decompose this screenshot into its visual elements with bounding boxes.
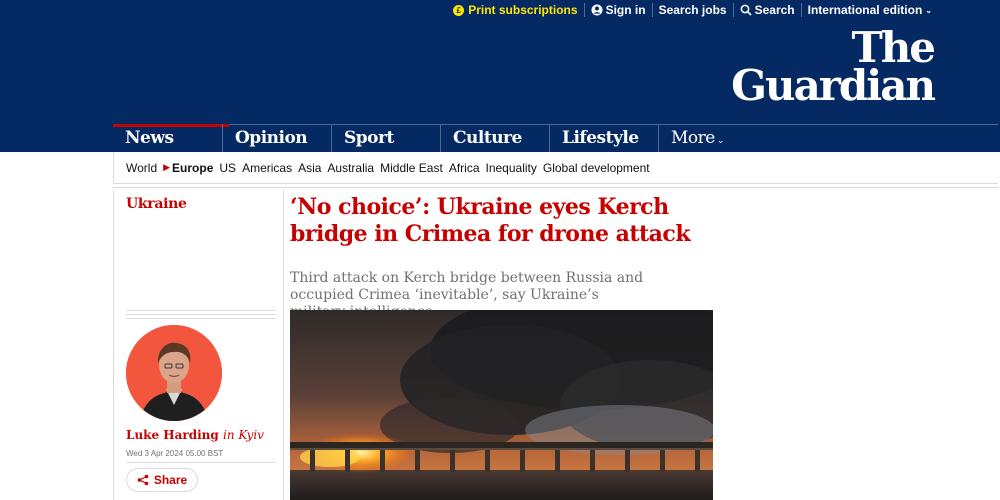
pillar-more[interactable]: More ⌄ <box>658 124 748 152</box>
subnav-middle-east[interactable]: Middle East <box>380 161 443 175</box>
meta-rule <box>126 318 276 319</box>
author-name[interactable]: Luke Harding <box>126 428 219 442</box>
logo-line-2: Guardian <box>731 61 936 110</box>
top-links: £ Print subscriptions Sign in Search job… <box>447 0 938 20</box>
search-label: Search <box>754 3 795 17</box>
chevron-down-icon: ⌄ <box>925 5 932 15</box>
pillar-lifestyle[interactable]: Lifestyle <box>549 124 658 152</box>
byline: Luke Harding in Kyiv <box>126 428 264 442</box>
current-marker-icon: ▶ <box>163 162 171 172</box>
sub-nav: World ▶ Europe US Americas Asia Australi… <box>113 152 998 183</box>
subnav-us[interactable]: US <box>219 161 236 175</box>
more-label: More <box>671 128 715 148</box>
print-subscriptions-link[interactable]: £ Print subscriptions <box>447 3 583 17</box>
main-column-rule <box>283 190 284 500</box>
author-location: in Kyiv <box>222 428 264 442</box>
author-avatar[interactable] <box>126 325 222 421</box>
guardian-logo[interactable]: The Guardian <box>729 27 936 110</box>
user-icon <box>591 4 603 16</box>
meta-rule <box>126 314 276 315</box>
edition-selector[interactable]: International edition ⌄ <box>800 3 938 17</box>
share-button[interactable]: Share <box>126 468 198 492</box>
pillar-opinion[interactable]: Opinion <box>222 124 331 152</box>
hero-image[interactable] <box>290 310 713 500</box>
subnav-inequality[interactable]: Inequality <box>486 161 537 175</box>
subnav-americas[interactable]: Americas <box>242 161 292 175</box>
edition-label: International edition <box>807 3 923 17</box>
search-jobs-label: Search jobs <box>658 3 727 17</box>
subnav-australia[interactable]: Australia <box>327 161 374 175</box>
pillar-nav: News Opinion Sport Culture Lifestyle Mor… <box>113 124 748 152</box>
print-subscriptions-label: Print subscriptions <box>468 3 578 17</box>
publish-date[interactable]: Wed 3 Apr 2024 05.00 BST <box>126 449 223 458</box>
meta-rule <box>126 310 276 311</box>
article-headline: ‘No choice’: Ukraine eyes Kerch bridge i… <box>290 194 691 247</box>
search-icon <box>740 4 752 16</box>
subnav-global-development[interactable]: Global development <box>543 161 650 175</box>
search-link[interactable]: Search <box>732 3 801 17</box>
share-icon <box>137 474 149 486</box>
subnav-world[interactable]: World <box>126 161 157 175</box>
pillar-sport[interactable]: Sport <box>331 124 440 152</box>
pillar-news[interactable]: News <box>113 124 229 152</box>
article-meta-column: Ukraine Luke Harding in Kyiv Wed 3 Apr 2… <box>113 190 283 500</box>
chevron-down-icon: ⌄ <box>716 136 725 146</box>
section-label[interactable]: Ukraine <box>126 196 187 212</box>
search-jobs-link[interactable]: Search jobs <box>651 3 733 17</box>
share-label: Share <box>153 473 188 487</box>
subnav-europe[interactable]: Europe <box>172 161 213 175</box>
coin-icon: £ <box>453 4 465 16</box>
pillar-culture[interactable]: Culture <box>440 124 549 152</box>
subnav-asia[interactable]: Asia <box>298 161 321 175</box>
subnav-divider <box>113 183 998 188</box>
date-rule <box>126 462 276 463</box>
top-bar: £ Print subscriptions Sign in Search job… <box>0 0 1000 20</box>
sign-in-label: Sign in <box>605 3 646 17</box>
subnav-africa[interactable]: Africa <box>449 161 480 175</box>
sign-in-link[interactable]: Sign in <box>583 3 652 17</box>
